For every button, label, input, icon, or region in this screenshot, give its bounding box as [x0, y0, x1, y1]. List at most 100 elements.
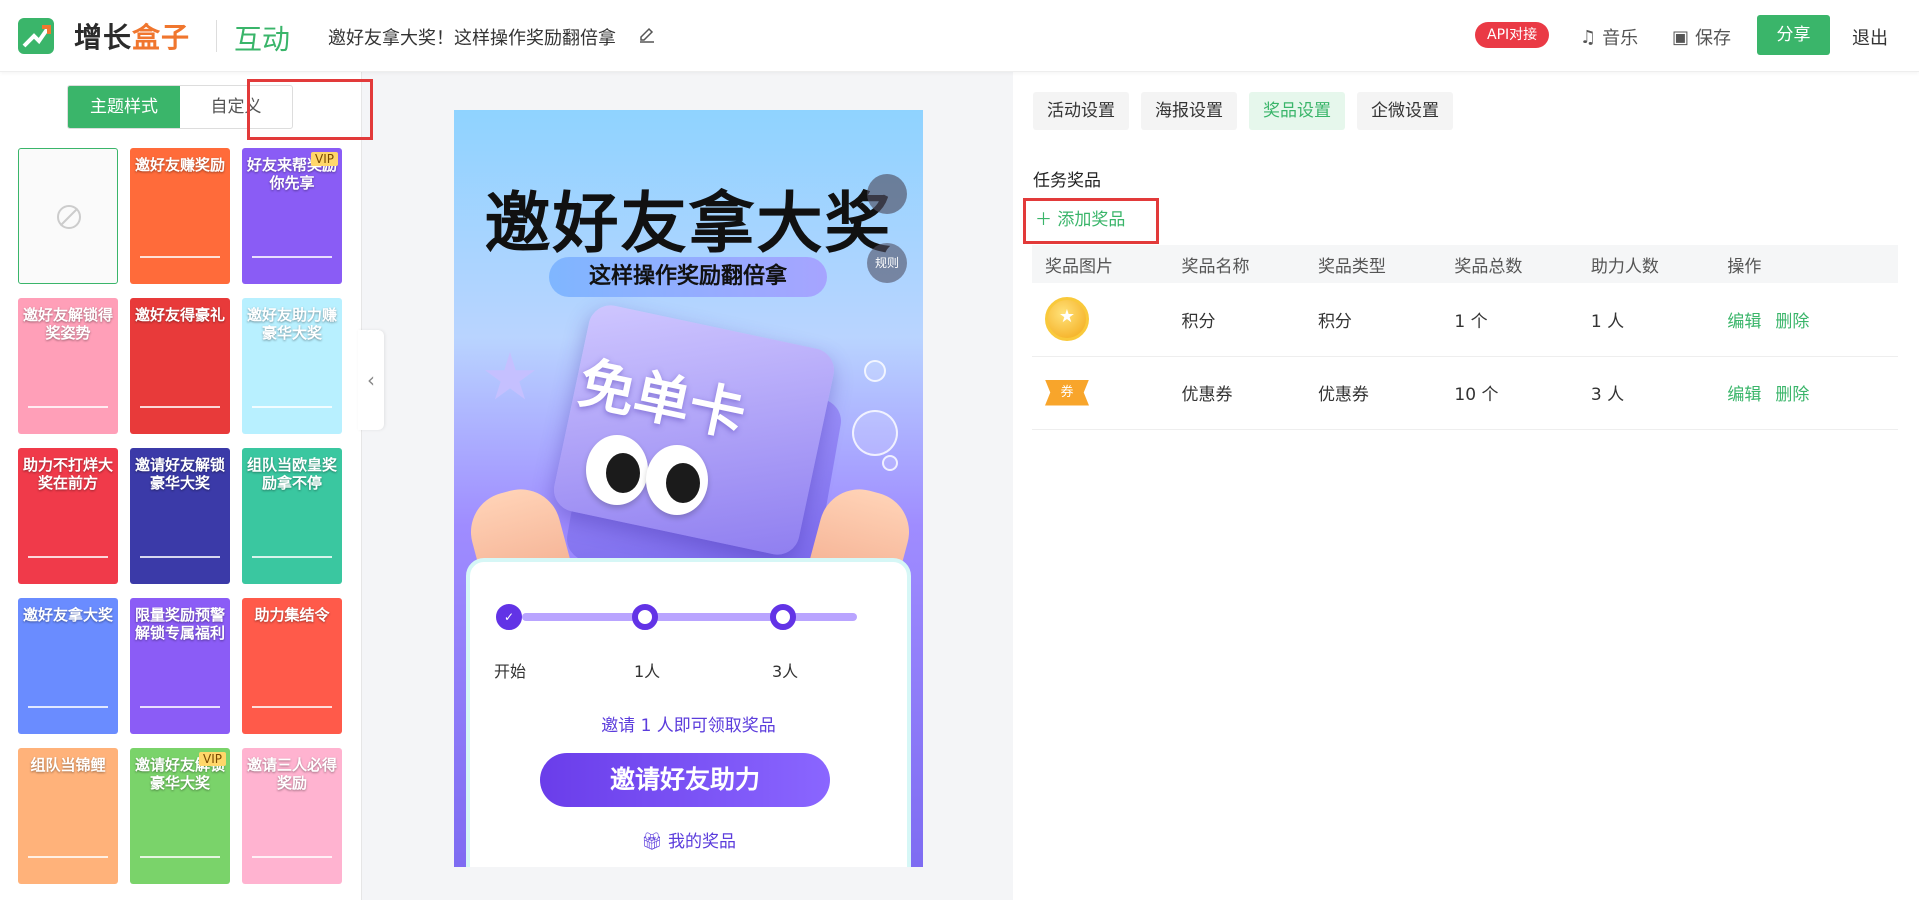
settings-tabs: 活动设置 海报设置 奖品设置 企微设置	[1033, 92, 1453, 130]
table-row: 积分 积分 1 个 1 人 编辑删除	[1032, 283, 1898, 357]
template-thumb-title: 邀好友赚奖励	[134, 156, 225, 174]
template-thumb[interactable]: 邀请好友解锁豪华大奖 VIP	[130, 748, 230, 884]
edit-pencil-icon[interactable]	[638, 26, 656, 44]
template-thumb-title: 邀请好友解锁豪华大奖	[134, 456, 225, 492]
tab-wecom-settings[interactable]: 企微设置	[1357, 92, 1453, 130]
tab-theme-style[interactable]: 主题样式	[68, 86, 180, 128]
template-panel: 主题样式 自定义 邀好友赚奖励 好友来帮奖励你先享 VIP 邀好友解锁得奖姿势 邀好友得…	[0, 72, 362, 900]
eye-left	[586, 435, 648, 505]
tab-activity-settings[interactable]: 活动设置	[1033, 92, 1129, 130]
gift-icon: 🎁︎	[641, 832, 668, 852]
divider	[216, 20, 217, 52]
thumb-progress-line	[252, 556, 332, 558]
thumb-progress-line	[140, 556, 220, 558]
save-button[interactable]: ▣ 保存	[1672, 24, 1731, 50]
step-node-1	[632, 604, 658, 630]
table-header-row: 奖品图片 奖品名称 奖品类型 奖品总数 助力人数 操作	[1032, 245, 1898, 283]
save-disk-icon: ▣	[1672, 26, 1690, 48]
template-thumb-none[interactable]	[18, 148, 118, 284]
thumb-progress-line	[28, 556, 108, 558]
settings-panel: 活动设置 海报设置 奖品设置 企微设置	[1013, 72, 1919, 900]
template-thumb[interactable]: 组队当锦鲤	[18, 748, 118, 884]
activity-title[interactable]: 邀好友拿大奖！这样操作奖励翻倍拿	[328, 24, 616, 50]
mode-label: 互动	[234, 23, 291, 56]
prize-helpers: 3 人	[1577, 356, 1715, 430]
vip-badge: VIP	[199, 752, 226, 766]
thumb-progress-line	[28, 406, 108, 408]
edit-button[interactable]: 编辑	[1727, 385, 1761, 405]
poster-subtitle: 这样操作奖励翻倍拿	[549, 257, 827, 297]
highlight-box-tab	[247, 79, 373, 140]
step-node-3	[770, 604, 796, 630]
template-thumb-title: 组队当欧皇奖励拿不停	[246, 456, 337, 492]
template-thumb-title: 邀好友助力赚豪华大奖	[246, 306, 337, 342]
tab-prize-settings[interactable]: 奖品设置	[1249, 92, 1345, 130]
prize-total: 1 个	[1441, 283, 1578, 357]
template-thumb[interactable]: 邀请三人必得奖励	[242, 748, 342, 884]
template-thumb[interactable]: 助力集结令	[242, 598, 342, 734]
col-total: 奖品总数	[1441, 245, 1578, 283]
preview-canvas: 免单卡 邀好友拿大奖 这样操作奖励翻倍拿 规则 ✓ 开始 1人 3人 邀请 1 …	[362, 72, 1013, 900]
thumb-progress-line	[252, 256, 332, 258]
thumb-progress-line	[140, 406, 220, 408]
template-thumb[interactable]: 邀好友解锁得奖姿势	[18, 298, 118, 434]
step-node-start: ✓	[496, 604, 522, 630]
share-circle-icon[interactable]	[867, 174, 907, 214]
delete-button[interactable]: 删除	[1775, 312, 1809, 332]
highlight-box-add	[1023, 198, 1159, 244]
ban-icon	[57, 205, 81, 229]
section-title: 任务奖品	[1033, 171, 1101, 191]
thumb-progress-line	[28, 706, 108, 708]
my-prize-link[interactable]: 🎁︎ 我的奖品	[470, 827, 907, 852]
step-label: 3人	[772, 662, 799, 681]
bubble-decoration	[852, 410, 898, 456]
growth-logo-icon	[18, 18, 54, 54]
table-row: 券 优惠券 优惠券 10 个 3 人 编辑 删除	[1032, 356, 1898, 430]
template-thumb[interactable]: 邀好友拿大奖	[18, 598, 118, 734]
thumb-progress-line	[252, 406, 332, 408]
template-thumb-title: 邀请三人必得奖励	[246, 756, 337, 792]
thumb-progress-line	[140, 706, 220, 708]
eye-right	[646, 445, 708, 515]
tab-poster-settings[interactable]: 海报设置	[1141, 92, 1237, 130]
prize-name: 优惠券	[1168, 356, 1305, 430]
template-thumb-title: 限量奖励预警解锁专属福利	[134, 606, 225, 642]
template-thumb-title: 邀好友解锁得奖姿势	[22, 306, 113, 342]
share-button[interactable]: 分享	[1757, 15, 1830, 55]
top-bar: 增长盒子 互动 邀好友拿大奖！这样操作奖励翻倍拿 API对接 ♫ 音乐 ▣ 保存 分…	[0, 0, 1919, 72]
vip-badge: VIP	[311, 152, 338, 166]
template-grid: 邀好友赚奖励 好友来帮奖励你先享 VIP 邀好友解锁得奖姿势 邀好友得豪礼 邀好友助力赚豪…	[18, 148, 348, 884]
template-thumb-title: 助力不打烊大奖在前方	[22, 456, 113, 492]
invite-friends-button[interactable]: 邀请好友助力	[540, 753, 830, 807]
rule-button[interactable]: 规则	[867, 243, 907, 283]
template-thumb[interactable]: 助力不打烊大奖在前方	[18, 448, 118, 584]
music-button[interactable]: ♫ 音乐	[1580, 24, 1638, 50]
collapse-panel-button[interactable]: ‹	[358, 330, 384, 430]
thumb-progress-line	[252, 706, 332, 708]
prize-total: 10 个	[1441, 356, 1578, 430]
exit-button[interactable]: 退出	[1852, 24, 1888, 50]
poster-preview: 免单卡 邀好友拿大奖 这样操作奖励翻倍拿 规则 ✓ 开始 1人 3人 邀请 1 …	[454, 110, 923, 867]
prize-table: 奖品图片 奖品名称 奖品类型 奖品总数 助力人数 操作 积分 积分 1 个 1 …	[1032, 245, 1898, 430]
template-thumb[interactable]: 好友来帮奖励你先享 VIP	[242, 148, 342, 284]
template-thumb[interactable]: 组队当欧皇奖励拿不停	[242, 448, 342, 584]
step-label: 开始	[494, 662, 527, 681]
template-thumb-title: 助力集结令	[254, 606, 330, 624]
template-thumb[interactable]: 邀好友助力赚豪华大奖	[242, 298, 342, 434]
col-image: 奖品图片	[1032, 245, 1169, 283]
step-label: 1人	[634, 662, 661, 681]
api-badge[interactable]: API对接	[1475, 22, 1550, 48]
prize-helpers: 1 人	[1577, 283, 1715, 357]
thumb-progress-line	[28, 856, 108, 858]
progress-card: ✓ 开始 1人 3人 邀请 1 人即可领取奖品 邀请好友助力 🎁︎ 我的奖品	[466, 558, 911, 867]
template-thumb[interactable]: 限量奖励预警解锁专属福利	[130, 598, 230, 734]
thumb-progress-line	[252, 856, 332, 858]
template-thumb[interactable]: 邀好友赚奖励	[130, 148, 230, 284]
delete-button[interactable]: 删除	[1775, 385, 1809, 405]
progress-track	[522, 613, 857, 621]
star-decoration	[485, 352, 535, 400]
template-thumb[interactable]: 邀好友得豪礼	[130, 298, 230, 434]
template-thumb[interactable]: 邀请好友解锁豪华大奖	[130, 448, 230, 584]
col-name: 奖品名称	[1168, 245, 1305, 283]
edit-button[interactable]: 编辑	[1727, 312, 1761, 332]
